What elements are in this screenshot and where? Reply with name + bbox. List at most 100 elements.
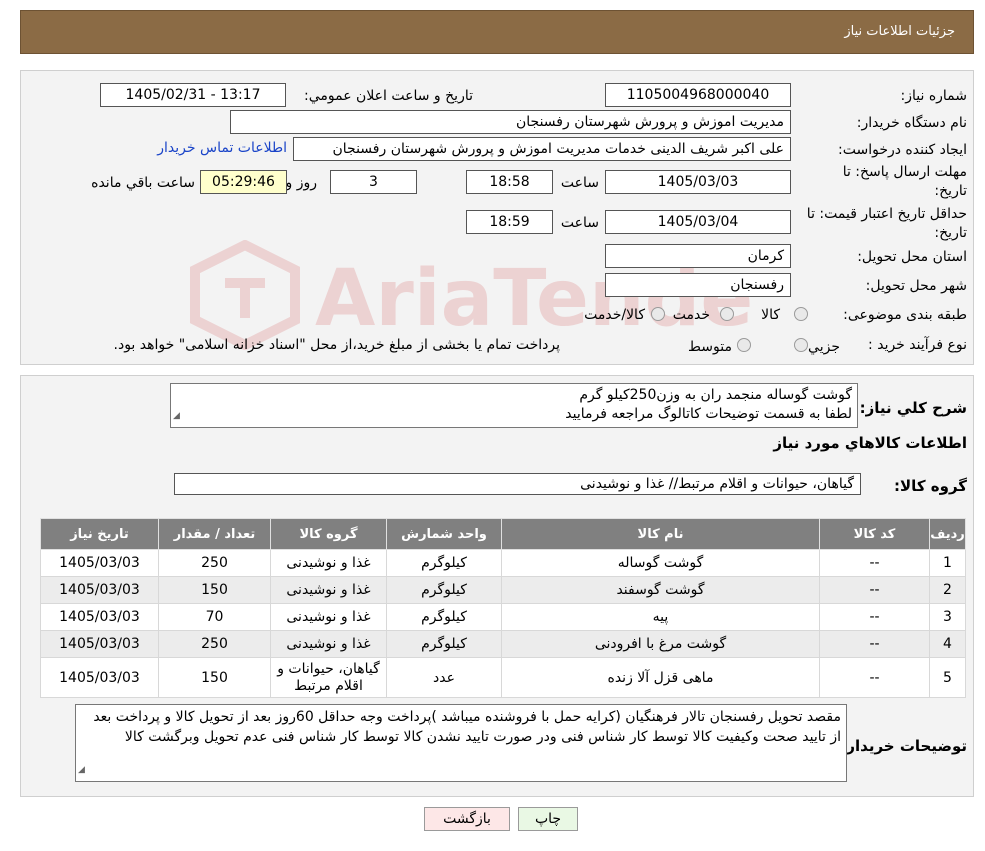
cell-date: 1405/03/03 <box>40 549 159 577</box>
days-label: روز و <box>285 175 318 191</box>
cell-group: غذا و نوشیدنی <box>270 576 387 604</box>
summary-line-1: گوشت گوساله منجمد ران به وزن250کیلو گرم <box>579 387 852 403</box>
days-remaining-field: 3 <box>330 170 417 194</box>
cell-qty: 150 <box>158 576 271 604</box>
process-medium-label: متوسط <box>688 339 732 355</box>
process-medium-radio[interactable] <box>737 338 751 352</box>
city-label: شهر محل تحويل: <box>865 278 967 294</box>
col-date-header: تاريخ نياز <box>40 518 159 550</box>
cell-code: -- <box>819 630 930 658</box>
cell-date: 1405/03/03 <box>40 576 159 604</box>
cell-row: 5 <box>929 657 966 698</box>
cell-group: غذا و نوشیدنی <box>270 630 387 658</box>
cell-unit: کیلوگرم <box>386 576 502 604</box>
category-service-label: خدمت <box>672 307 710 323</box>
reply-deadline-label-2: تاريخ: <box>934 183 967 199</box>
table-row: 3 -- پیه کیلوگرم غذا و نوشیدنی 70 1405/0… <box>40 603 966 631</box>
category-service-radio[interactable] <box>720 307 734 321</box>
resize-handle-icon[interactable]: ◢ <box>173 407 180 426</box>
table-row: 2 -- گوشت گوسفند کیلوگرم غذا و نوشیدنی 1… <box>40 576 966 604</box>
cell-unit: کیلوگرم <box>386 603 502 631</box>
goods-group-field: گیاهان، حیوانات و اقلام مرتبط// غذا و نو… <box>174 473 861 495</box>
reply-time-field: 18:58 <box>466 170 553 194</box>
validity-time-field: 18:59 <box>466 210 553 234</box>
cell-row: 1 <box>929 549 966 577</box>
cell-date: 1405/03/03 <box>40 657 159 698</box>
price-validity-label: حداقل تاريخ اعتبار قيمت: تا <box>806 206 967 222</box>
buyer-contact-link[interactable]: اطلاعات تماس خريدار <box>157 140 287 156</box>
category-goods-service-label: کالا/خدمت <box>584 307 645 323</box>
page-title: جزئیات اطلاعات نیاز <box>844 24 955 39</box>
cell-row: 4 <box>929 630 966 658</box>
cell-qty: 250 <box>158 549 271 577</box>
process-label: نوع فرآيند خريد : <box>868 337 967 353</box>
print-button[interactable]: چاپ <box>518 807 578 831</box>
process-minor-radio[interactable] <box>794 338 808 352</box>
validity-date-field: 1405/03/04 <box>605 210 791 234</box>
cell-unit: کیلوگرم <box>386 630 502 658</box>
col-row-header: رديف <box>929 518 966 550</box>
category-label: طبقه بندی موضوعی: <box>843 307 967 323</box>
cell-name: ماهی قزل آلا زنده <box>501 657 820 698</box>
category-goods-radio[interactable] <box>794 307 808 321</box>
summary-label: شرح کلي نياز: <box>859 399 967 417</box>
category-goods-label: کالا <box>761 307 780 323</box>
table-row: 4 -- گوشت مرغ با افرودنی کیلوگرم غذا و ن… <box>40 630 966 658</box>
creator-label: ايجاد کننده درخواست: <box>838 142 967 158</box>
cell-unit: کیلوگرم <box>386 549 502 577</box>
cell-date: 1405/03/03 <box>40 603 159 631</box>
cell-name: گوشت مرغ با افرودنی <box>501 630 820 658</box>
cell-name: گوشت گوسفند <box>501 576 820 604</box>
cell-group: غذا و نوشیدنی <box>270 549 387 577</box>
buyer-org-label: نام دستگاه خريدار: <box>856 115 967 131</box>
reply-deadline-label: مهلت ارسال پاسخ: تا <box>842 164 967 180</box>
table-row: 5 -- ماهی قزل آلا زنده عدد گیاهان، حیوان… <box>40 657 966 698</box>
col-qty-header: تعداد / مقدار <box>158 518 271 550</box>
back-button[interactable]: بازگشت <box>424 807 510 831</box>
validity-time-label: ساعت <box>560 215 599 231</box>
buyer-notes-text: مقصد تحویل رفسنجان تالار فرهنگیان (کرایه… <box>93 709 841 745</box>
process-minor-label: جزيي <box>808 339 840 355</box>
cell-name: پیه <box>501 603 820 631</box>
items-table: رديف کد کالا نام کالا واحد شمارش گروه کا… <box>40 518 966 698</box>
buyer-notes-label: توضيحات خريدار: <box>840 737 967 755</box>
process-payment-note: پرداخت تمام يا بخشی از مبلغ خريد،از محل … <box>113 337 560 353</box>
col-group-header: گروه کالا <box>270 518 387 550</box>
buyer-notes-textarea[interactable]: مقصد تحویل رفسنجان تالار فرهنگیان (کرایه… <box>75 704 847 782</box>
summary-line-2: لطفا به قسمت توضیحات کاتالوگ مراجعه فرما… <box>565 406 852 422</box>
cell-group: غذا و نوشیدنی <box>270 603 387 631</box>
cell-group: گیاهان، حیوانات و اقلام مرتبط <box>270 657 387 698</box>
cell-code: -- <box>819 657 930 698</box>
summary-textarea[interactable]: گوشت گوساله منجمد ران به وزن250کیلو گرم … <box>170 383 858 428</box>
creator-field: علی اکبر شریف الدینی خدمات مدیریت اموزش … <box>293 137 791 161</box>
province-field: کرمان <box>605 244 791 268</box>
cell-code: -- <box>819 549 930 577</box>
announce-datetime-field: 1405/02/31 - 13:17 <box>100 83 286 107</box>
cell-qty: 250 <box>158 630 271 658</box>
remaining-time-field: 05:29:46 <box>200 170 287 194</box>
col-name-header: نام کالا <box>501 518 820 550</box>
need-number-label: شماره نیاز: <box>900 88 968 104</box>
cell-unit: عدد <box>386 657 502 698</box>
cell-qty: 70 <box>158 603 271 631</box>
cell-qty: 150 <box>158 657 271 698</box>
goods-group-label: گروه کالا: <box>894 477 967 495</box>
table-row: 1 -- گوشت گوساله کیلوگرم غذا و نوشیدنی 2… <box>40 549 966 577</box>
resize-handle-icon[interactable]: ◢ <box>78 760 85 780</box>
remaining-time-label: ساعت باقي مانده <box>91 175 195 191</box>
buyer-org-field: مديريت اموزش و پرورش شهرستان رفسنجان <box>230 110 791 134</box>
table-header-row: رديف کد کالا نام کالا واحد شمارش گروه کا… <box>40 518 966 550</box>
cell-name: گوشت گوساله <box>501 549 820 577</box>
cell-date: 1405/03/03 <box>40 630 159 658</box>
price-validity-label-2: تاريخ: <box>934 225 967 241</box>
col-code-header: کد کالا <box>819 518 930 550</box>
reply-date-field: 1405/03/03 <box>605 170 791 194</box>
cell-code: -- <box>819 576 930 604</box>
city-field: رفسنجان <box>605 273 791 297</box>
category-goods-service-radio[interactable] <box>651 307 665 321</box>
reply-time-label: ساعت <box>560 175 599 191</box>
cell-row: 3 <box>929 603 966 631</box>
need-number-field: 1105004968000040 <box>605 83 791 107</box>
page-header: جزئیات اطلاعات نیاز <box>20 10 974 54</box>
col-unit-header: واحد شمارش <box>386 518 502 550</box>
